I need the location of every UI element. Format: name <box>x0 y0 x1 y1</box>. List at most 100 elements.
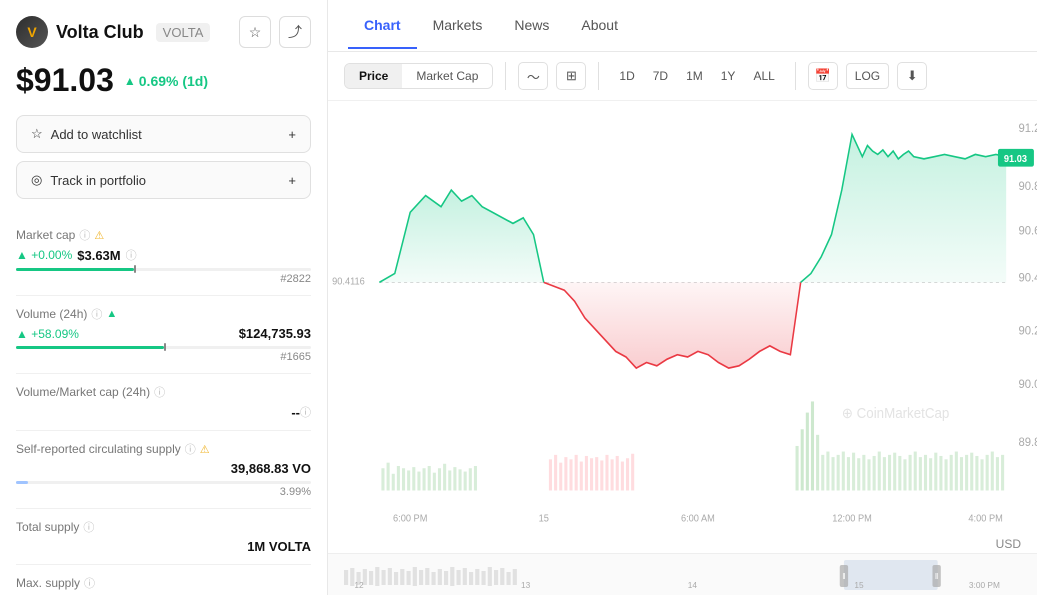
price-row: $91.03 ▲ 0.69% (1d) <box>16 62 311 99</box>
coin-header: V Volta Club VOLTA ☆ ⤴ <box>16 16 311 48</box>
progress-fill-market-cap <box>16 268 134 271</box>
y-label-9020: 90.20 <box>1019 324 1037 338</box>
stat-row-max-supply: Max. supply ⓘ 1M VOLTA <box>16 565 311 595</box>
left-panel: V Volta Club VOLTA ☆ ⤴ $91.03 ▲ 0.69% (1… <box>0 0 328 595</box>
y-label-9080: 90.80 <box>1019 180 1037 194</box>
coin-logo: V <box>16 16 48 48</box>
portfolio-icon: ◎ <box>31 172 42 188</box>
x-label-4pm: 4:00 PM <box>968 513 1002 524</box>
rank-volume: #1665 <box>16 351 311 363</box>
x-label-12pm: 12:00 PM <box>832 513 872 524</box>
stat-values-volume: ▲ +58.09% $124,735.93 <box>16 326 311 341</box>
price-change-pct: 0.69% (1d) <box>139 73 208 89</box>
time-1y[interactable]: 1Y <box>713 64 744 88</box>
tab-markets[interactable]: Markets <box>417 3 499 49</box>
price-market-toggle: Price Market Cap <box>344 63 493 89</box>
svg-text:‖: ‖ <box>935 572 938 581</box>
svg-text:‖: ‖ <box>842 572 845 581</box>
tab-chart[interactable]: Chart <box>348 3 417 49</box>
red-area <box>544 282 801 368</box>
main-chart-svg: 91.20 90.80 90.60 90.40 90.20 90.00 89.8… <box>328 101 1037 535</box>
time-all[interactable]: ALL <box>745 64 782 88</box>
plus-icon: + <box>288 127 296 142</box>
current-price-badge: 91.03 <box>1004 154 1027 165</box>
mini-x-3pm: 3:00 PM <box>969 581 1000 590</box>
stat-row-market-cap: Market cap ⓘ ⚠ ▲ +0.00% $3.63M ⓘ #2822 <box>16 217 311 296</box>
portfolio-label: Track in portfolio <box>50 173 146 188</box>
log-btn[interactable]: LOG <box>846 63 889 89</box>
line-chart-icon-btn[interactable]: 〜 <box>518 62 548 90</box>
warn-icon-supply: ⚠ <box>200 443 210 456</box>
stat-values-vol-mcap: -- ⓘ <box>16 404 311 420</box>
usd-label: USD <box>328 535 1037 553</box>
progress-bar-supply <box>16 481 311 484</box>
portfolio-button[interactable]: ◎ Track in portfolio + <box>16 161 311 199</box>
tab-news[interactable]: News <box>498 3 565 49</box>
progress-fill-volume <box>16 346 164 349</box>
separator-2 <box>598 62 599 90</box>
watchlist-button[interactable]: ☆ Add to watchlist + <box>16 115 311 153</box>
mini-x-12: 12 <box>354 581 364 590</box>
separator-3 <box>795 62 796 90</box>
progress-bar-volume <box>16 346 311 349</box>
stat-main-total-supply: 1M VOLTA <box>247 539 311 554</box>
volume-trend-icon: ▲ <box>106 308 117 320</box>
info-icon-market-cap-2[interactable]: ⓘ <box>126 247 137 263</box>
time-7d[interactable]: 7D <box>645 64 676 88</box>
time-1m[interactable]: 1M <box>678 64 711 88</box>
chart-area: 91.20 90.80 90.60 90.40 90.20 90.00 89.8… <box>328 101 1037 535</box>
top-nav: Chart Markets News About <box>328 0 1037 52</box>
right-panel: Chart Markets News About Price Market Ca… <box>328 0 1037 595</box>
separator-1 <box>505 62 506 90</box>
time-1d[interactable]: 1D <box>611 64 642 88</box>
stat-change-volume: ▲ +58.09% <box>16 327 79 341</box>
watermark: ⊕ CoinMarketCap <box>842 405 950 422</box>
y-label-9000: 90.00 <box>1019 378 1037 392</box>
stat-values-supply: 39,868.83 VO <box>16 461 311 476</box>
info-icon-supply[interactable]: ⓘ <box>185 441 196 457</box>
info-icon-max-supply[interactable]: ⓘ <box>84 575 95 591</box>
progress-fill-supply <box>16 481 28 484</box>
stat-change-market-cap: ▲ +0.00% <box>16 248 72 262</box>
mini-x-14: 14 <box>688 581 698 590</box>
toggle-market-cap[interactable]: Market Cap <box>402 64 492 88</box>
watchlist-label: Add to watchlist <box>51 127 142 142</box>
stat-main-supply: 39,868.83 VO <box>231 461 311 476</box>
stat-main-market-cap: $3.63M <box>77 248 120 263</box>
x-label-15: 15 <box>539 513 549 524</box>
stat-label-total-supply: Total supply ⓘ <box>16 519 311 535</box>
share-button[interactable]: ⤴ <box>279 16 311 48</box>
info-icon-vol-mcap-2[interactable]: ⓘ <box>300 404 311 420</box>
toggle-price[interactable]: Price <box>345 64 402 88</box>
rank-market-cap: #2822 <box>16 273 311 285</box>
tab-about[interactable]: About <box>565 3 634 49</box>
supply-pct: 3.99% <box>16 486 311 498</box>
info-icon-volume[interactable]: ⓘ <box>91 306 102 322</box>
x-label-6pm: 6:00 PM <box>393 513 427 524</box>
coin-name: Volta Club <box>56 22 144 43</box>
download-btn[interactable]: ⬇ <box>897 62 927 90</box>
warn-icon-market-cap: ⚠ <box>94 229 104 242</box>
mini-x-15: 15 <box>854 581 864 590</box>
y-label-8980: 89.80 <box>1019 436 1037 450</box>
info-icon-total-supply[interactable]: ⓘ <box>83 519 94 535</box>
y-label-9120: 91.20 <box>1019 122 1037 136</box>
stat-values-total-supply: 1M VOLTA <box>16 539 311 554</box>
stat-label-market-cap: Market cap ⓘ ⚠ <box>16 227 311 243</box>
y-label-9040: 90.40 <box>1019 271 1037 285</box>
star-button[interactable]: ☆ <box>239 16 271 48</box>
baseline-label: 90.4116 <box>332 276 365 287</box>
plus-icon-2: + <box>288 173 296 188</box>
candle-chart-icon-btn[interactable]: ⊞ <box>556 62 586 90</box>
stat-row-total-supply: Total supply ⓘ 1M VOLTA <box>16 509 311 565</box>
stats-table: Market cap ⓘ ⚠ ▲ +0.00% $3.63M ⓘ #2822 V… <box>16 217 311 595</box>
calendar-icon-btn[interactable]: 📅 <box>808 62 838 90</box>
chart-controls: Price Market Cap 〜 ⊞ 1D 7D 1M 1Y ALL 📅 L… <box>328 52 1037 101</box>
info-icon-market-cap[interactable]: ⓘ <box>79 227 90 243</box>
mini-x-13: 13 <box>521 581 531 590</box>
info-icon-vol-mcap[interactable]: ⓘ <box>154 384 165 400</box>
star-icon: ☆ <box>31 126 43 142</box>
progress-bar-market-cap <box>16 268 311 271</box>
stat-main-vol-mcap: -- <box>291 405 300 420</box>
action-buttons: ☆ Add to watchlist + ◎ Track in portfoli… <box>16 115 311 199</box>
